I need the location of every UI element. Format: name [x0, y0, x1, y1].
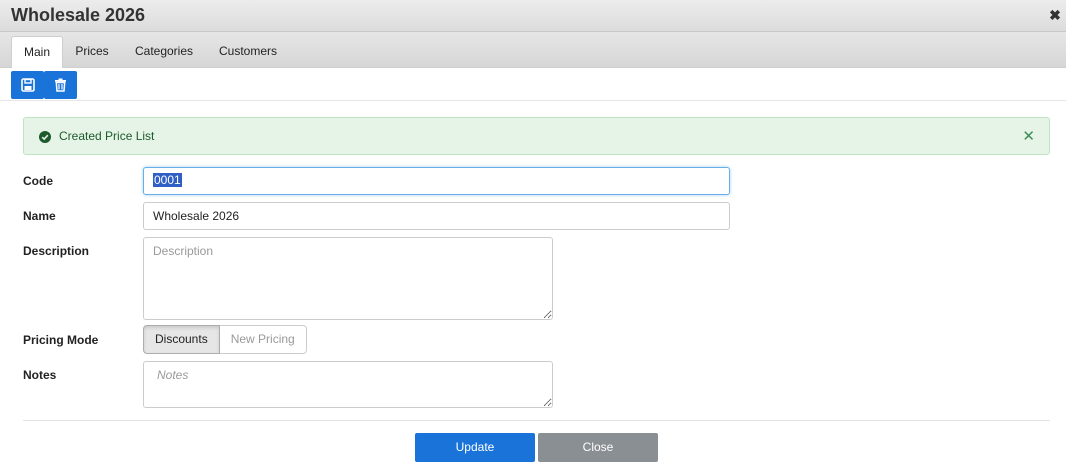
pricing-mode-toggle: Discounts New Pricing — [143, 325, 307, 354]
update-button[interactable]: Update — [415, 433, 535, 462]
close-button[interactable]: Close — [538, 433, 658, 462]
notes-label: Notes — [23, 368, 57, 382]
toolbar — [0, 68, 1066, 101]
alert-message: Created Price List — [59, 129, 155, 143]
success-alert: Created Price List ✕ — [23, 117, 1050, 155]
tab-main[interactable]: Main — [11, 36, 63, 68]
save-icon — [20, 78, 35, 92]
window-close-icon[interactable]: ✖ — [1048, 8, 1062, 22]
pricing-mode-label: Pricing Mode — [23, 333, 99, 347]
discounts-option[interactable]: Discounts — [143, 325, 220, 354]
description-label: Description — [23, 244, 90, 258]
code-input[interactable] — [143, 167, 730, 195]
name-label: Name — [23, 209, 56, 223]
description-textarea[interactable] — [143, 237, 553, 320]
delete-button[interactable] — [44, 71, 77, 99]
check-circle-icon — [39, 131, 51, 143]
save-button[interactable] — [11, 71, 44, 99]
alert-close-icon[interactable]: ✕ — [1022, 127, 1035, 145]
code-value: 0001 — [153, 173, 182, 187]
footer-divider — [23, 420, 1050, 421]
tab-customers[interactable]: Customers — [213, 36, 283, 68]
trash-icon — [55, 78, 66, 92]
tab-categories[interactable]: Categories — [129, 36, 199, 68]
window-titlebar: Wholesale 2026 ✖ — [0, 0, 1066, 32]
code-label: Code — [23, 174, 53, 188]
tab-prices[interactable]: Prices — [68, 36, 116, 68]
tab-bar: Main Prices Categories Customers — [0, 32, 1066, 68]
window-title: Wholesale 2026 — [11, 5, 146, 25]
name-input[interactable] — [143, 202, 730, 230]
notes-textarea[interactable] — [143, 361, 553, 408]
new-pricing-option[interactable]: New Pricing — [219, 325, 307, 354]
